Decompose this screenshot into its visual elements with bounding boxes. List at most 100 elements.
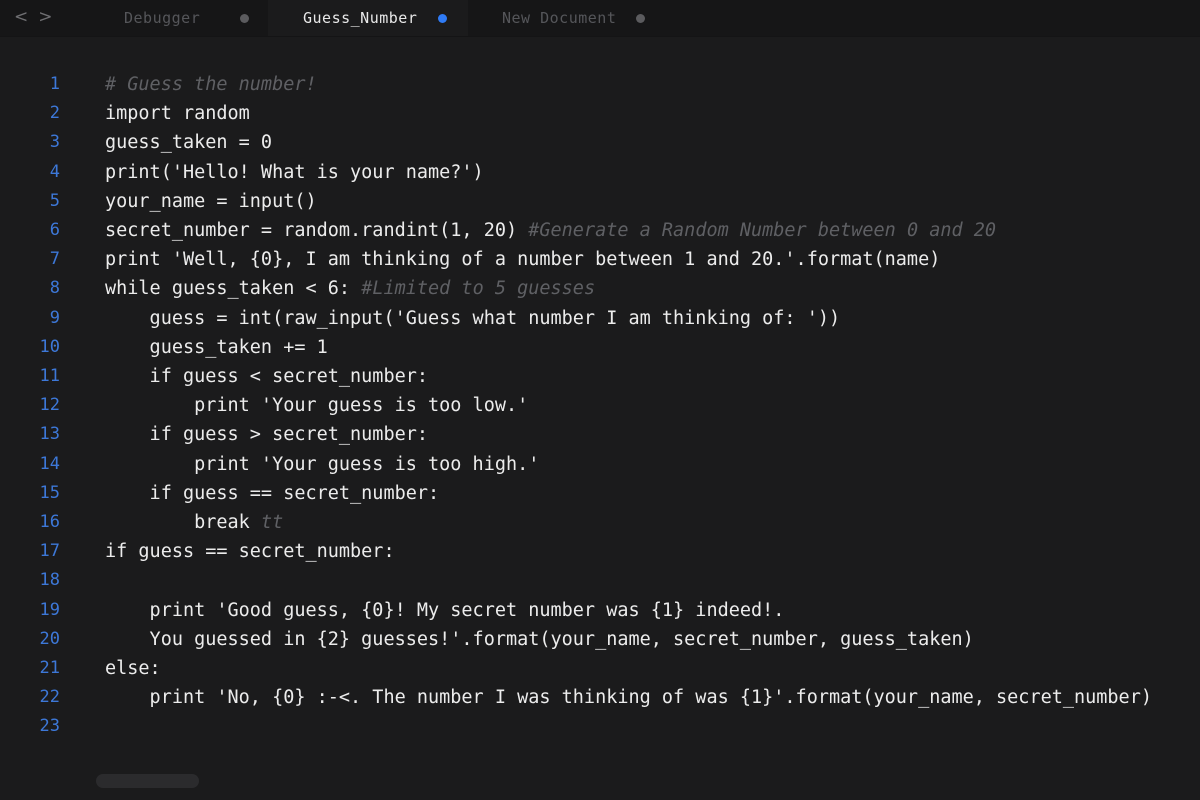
code-statement: guess_taken = 0 (105, 132, 273, 154)
code-text: while guess_taken < 6: #Limited to 5 gue… (105, 274, 595, 303)
code-line[interactable]: 2 import random (0, 99, 1200, 128)
line-number: 23 (39, 716, 60, 737)
code-line[interactable]: 21 else: (0, 654, 1200, 683)
code-line[interactable]: 11 if guess < secret_number: (0, 362, 1200, 391)
code-statement: print 'Good guess, {0}! My secret number… (105, 599, 785, 621)
tab-guess-number[interactable]: Guess_Number (268, 0, 468, 36)
tab-new-document[interactable]: New Document (468, 0, 668, 36)
tab-debugger[interactable]: Debugger (88, 0, 268, 36)
code-text: if guess > secret_number: (105, 420, 428, 449)
code-line[interactable]: 5 your_name = input() (0, 187, 1200, 216)
line-number: 3 (49, 132, 60, 153)
code-statement: if guess > secret_number: (105, 424, 429, 446)
code-text: guess_taken = 0 (105, 128, 272, 157)
unsaved-dot-icon (240, 13, 250, 23)
line-number: 20 (39, 628, 60, 649)
line-number: 15 (39, 482, 60, 503)
code-statement: guess = int(raw_input('Guess what number… (105, 307, 841, 329)
code-line[interactable]: 16 break tt (0, 508, 1200, 537)
tab-label: Debugger (124, 9, 201, 27)
code-statement: print 'Your guess is too low.' (105, 395, 529, 417)
tab-label: Guess_Number (303, 9, 418, 27)
code-statement: print('Hello! What is your name?') (105, 161, 484, 183)
tab-bar: < > Debugger Guess_Number New Document (0, 0, 1200, 37)
line-number: 14 (39, 453, 60, 474)
code-comment: tt (260, 512, 284, 533)
code-statement: break (105, 512, 261, 533)
code-text: print 'Well, {0}, I am thinking of a num… (105, 245, 940, 274)
code-line[interactable]: 6 secret_number = random.randint(1, 20) #… (0, 216, 1200, 245)
tab-label: New Document (502, 9, 617, 27)
code-line[interactable]: 12 print 'Your guess is too low.' (0, 391, 1200, 420)
code-text: your_name = input() (105, 187, 317, 216)
code-statement: import random (105, 103, 250, 125)
code-text: print 'Good guess, {0}! My secret number… (105, 596, 785, 625)
line-number: 21 (39, 658, 60, 678)
line-number: 8 (49, 278, 60, 299)
code-line[interactable]: 14 print 'Your guess is too high.' (0, 450, 1200, 479)
code-statement: secret_number = random.randint(1, 20) (105, 220, 529, 241)
code-line[interactable]: 7 print 'Well, {0}, I am thinking of a nu… (0, 245, 1200, 274)
code-statement: print 'Your guess is too high.' (105, 453, 540, 475)
code-text: You guessed in {2} guesses!'.format(your… (105, 625, 974, 654)
code-line[interactable]: 15 if guess == secret_number: (0, 479, 1200, 508)
code-line[interactable]: 10 guess_taken += 1 (0, 333, 1200, 362)
code-text: if guess == secret_number: (105, 537, 395, 566)
code-text: if guess < secret_number: (105, 362, 428, 391)
line-number: 11 (39, 366, 60, 386)
code-line[interactable]: 23 (0, 712, 1200, 741)
forward-arrow-icon[interactable]: > (38, 7, 52, 27)
code-statement: while guess_taken < 6: (105, 278, 362, 300)
code-line[interactable]: 3 guess_taken = 0 (0, 128, 1200, 157)
horizontal-scrollbar[interactable] (96, 774, 199, 788)
line-number: 7 (49, 249, 60, 270)
code-editor[interactable]: 1 # Guess the number! 2 import random 3 guess… (0, 70, 1200, 750)
code-line[interactable]: 4 print('Hello! What is your name?') (0, 158, 1200, 187)
code-statement: your_name = input() (105, 190, 317, 212)
code-text: guess_taken += 1 (105, 333, 328, 362)
code-statement: if guess < secret_number: (105, 366, 429, 387)
code-line[interactable]: 17 if guess == secret_number: (0, 537, 1200, 566)
code-text: print 'Your guess is too high.' (105, 450, 539, 479)
back-arrow-icon[interactable]: < (14, 7, 28, 27)
code-statement: print 'No, {0} :-<. The number I was thi… (105, 687, 1152, 709)
code-line[interactable]: 8 while guess_taken < 6: #Limited to 5 gu… (0, 274, 1200, 303)
line-number: 22 (39, 687, 60, 708)
line-number: 1 (49, 74, 60, 94)
line-number: 17 (39, 541, 60, 562)
line-number: 4 (49, 161, 60, 182)
code-text: print 'Your guess is too low.' (105, 391, 528, 420)
code-text: secret_number = random.randint(1, 20) #G… (105, 216, 996, 245)
code-line[interactable]: 9 guess = int(raw_input('Guess what numb… (0, 304, 1200, 333)
line-number: 18 (39, 570, 60, 591)
code-statement: print 'Well, {0}, I am thinking of a num… (105, 249, 941, 271)
line-number: 10 (39, 336, 60, 357)
line-number: 16 (39, 512, 60, 532)
line-number: 2 (49, 103, 60, 124)
modified-dot-icon (438, 13, 448, 23)
code-text: guess = int(raw_input('Guess what number… (105, 304, 841, 333)
code-text: import random (105, 99, 250, 128)
line-number: 5 (49, 190, 60, 211)
code-line[interactable]: 20 You guessed in {2} guesses!'.format(y… (0, 625, 1200, 654)
nav-arrows: < > (14, 7, 53, 27)
code-line[interactable]: 13 if guess > secret_number: (0, 420, 1200, 449)
line-number: 19 (39, 599, 60, 620)
code-statement: You guessed in {2} guesses!'.format(your… (105, 628, 974, 650)
code-statement: guess_taken += 1 (105, 336, 328, 358)
code-line[interactable]: 19 print 'Good guess, {0}! My secret num… (0, 596, 1200, 625)
code-line[interactable]: 1 # Guess the number! (0, 70, 1200, 99)
code-comment: #Generate a Random Number between 0 and … (528, 220, 997, 241)
code-text: break tt (105, 508, 283, 537)
unsaved-dot-icon (636, 13, 646, 23)
code-comment: # Guess the number! (105, 74, 317, 95)
code-line[interactable]: 18 (0, 566, 1200, 595)
code-statement: else: (105, 658, 161, 679)
code-comment: #Limited to 5 guesses (361, 278, 596, 300)
line-number: 12 (39, 395, 60, 416)
line-number: 6 (49, 220, 60, 240)
line-number: 9 (49, 307, 60, 328)
code-line[interactable]: 22 print 'No, {0} :-<. The number I was … (0, 683, 1200, 712)
code-text: else: (105, 654, 161, 683)
code-statement: if guess == secret_number: (105, 482, 440, 504)
